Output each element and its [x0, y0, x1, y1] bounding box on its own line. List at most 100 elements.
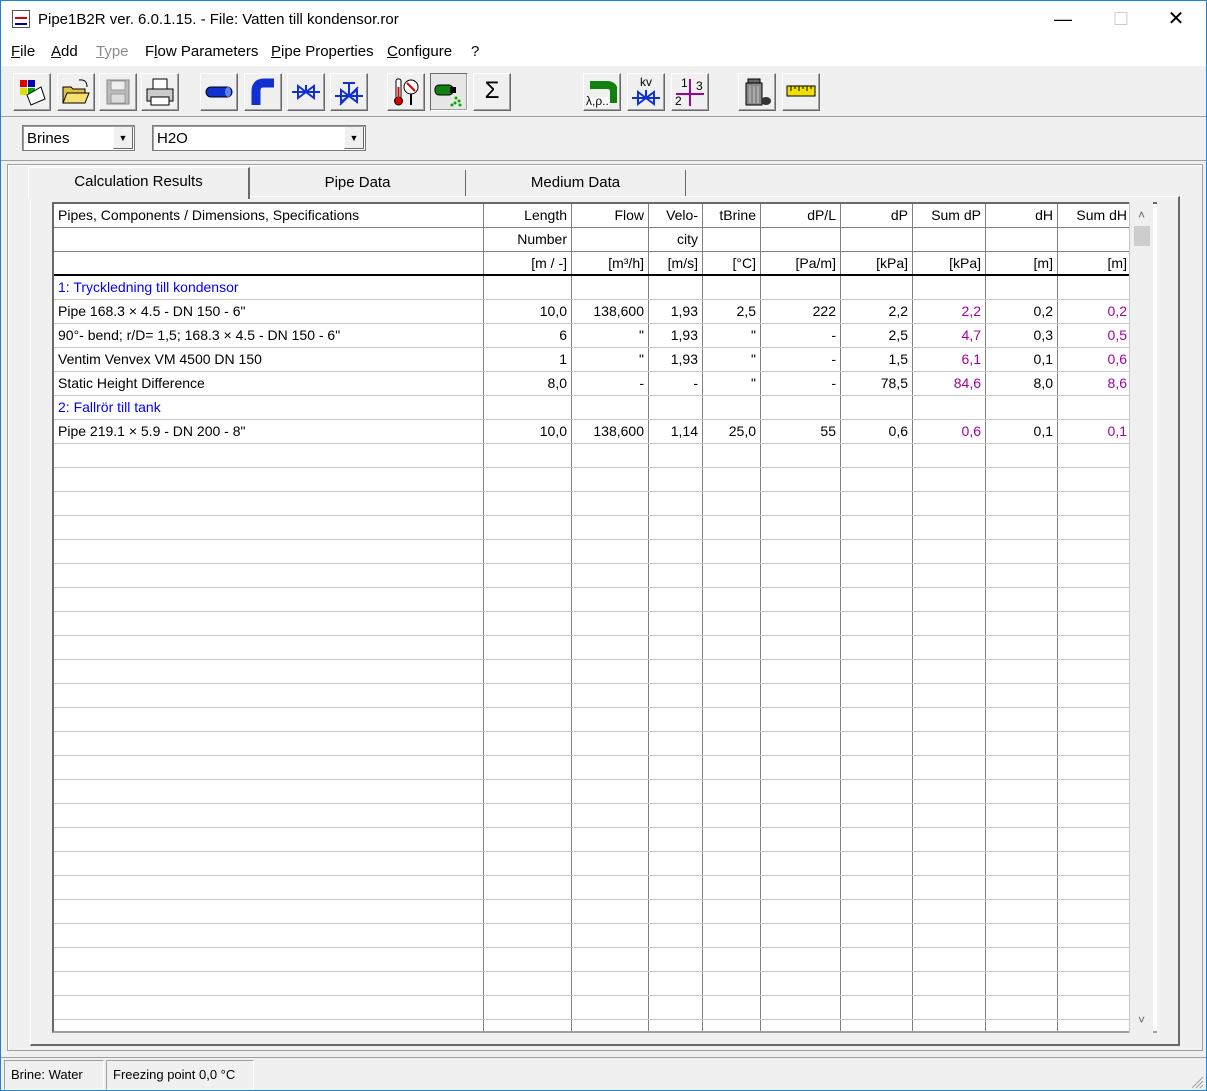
- cell-sum-dp[interactable]: 0,6: [912, 420, 985, 443]
- cell-sum-dh[interactable]: 8,6: [1057, 372, 1131, 395]
- cell-sum-dp[interactable]: 6,1: [912, 348, 985, 371]
- cell-dp[interactable]: 78,5: [840, 372, 912, 395]
- header-velocity[interactable]: [m/s]: [648, 252, 702, 275]
- cell-dp[interactable]: 0,6: [840, 420, 912, 443]
- medium-select[interactable]: H2O ▼: [152, 125, 366, 151]
- table-row[interactable]: Pipe 219.1 × 5.9 - DN 200 - 8" 10,0 138,60…: [54, 420, 1131, 444]
- cell-dpl[interactable]: 55: [760, 420, 840, 443]
- title-bar[interactable]: Pipe1B2R ver. 6.0.1.15. - File: Vatten t…: [1, 1, 1206, 39]
- header-velocity[interactable]: Velo-: [648, 204, 702, 227]
- add-bend-button[interactable]: [244, 73, 282, 111]
- empty-row[interactable]: [54, 564, 1131, 588]
- empty-row[interactable]: [54, 636, 1131, 660]
- app-icon[interactable]: [12, 10, 30, 28]
- cell-velocity[interactable]: 1,93: [648, 348, 702, 371]
- kv-button[interactable]: kv: [627, 73, 665, 111]
- menu-help[interactable]: ?: [471, 43, 479, 60]
- empty-row[interactable]: [54, 588, 1131, 612]
- cell-description[interactable]: 1: Tryckledning till kondensor: [54, 276, 483, 299]
- table-row[interactable]: Static Height Difference 8,0- - " -78,5 84,6 8…: [54, 372, 1131, 396]
- header-dh[interactable]: dH: [985, 204, 1057, 227]
- cell-sum-dp[interactable]: [912, 276, 985, 299]
- empty-row[interactable]: [54, 924, 1131, 948]
- save-button[interactable]: [99, 73, 137, 111]
- cell-length[interactable]: 10,0: [483, 300, 571, 323]
- cell-sum-dh[interactable]: 0,5: [1057, 324, 1131, 347]
- empty-row[interactable]: [54, 996, 1131, 1020]
- cell-length[interactable]: [483, 396, 571, 419]
- empty-row[interactable]: [54, 780, 1131, 804]
- cell-velocity[interactable]: [648, 276, 702, 299]
- cell-dpl[interactable]: -: [760, 372, 840, 395]
- new-button[interactable]: [13, 73, 51, 111]
- header-tbrine[interactable]: [702, 228, 760, 251]
- cell-sum-dp[interactable]: 4,7: [912, 324, 985, 347]
- cell-description[interactable]: 2: Fallrör till tank: [54, 396, 483, 419]
- menu-configure[interactable]: Configure: [387, 43, 452, 60]
- cell-description[interactable]: Ventim Venvex VM 4500 DN 150: [54, 348, 483, 371]
- add-control-valve-button[interactable]: [330, 73, 368, 111]
- header-flow[interactable]: [571, 228, 648, 251]
- cell-tbrine[interactable]: [702, 396, 760, 419]
- empty-row[interactable]: [54, 612, 1131, 636]
- header-sum-dh[interactable]: [1057, 228, 1131, 251]
- cell-flow[interactable]: 138,600: [571, 300, 648, 323]
- header-sum-dp[interactable]: [kPa]: [912, 252, 985, 275]
- header-tbrine[interactable]: [°C]: [702, 252, 760, 275]
- empty-row[interactable]: [54, 804, 1131, 828]
- empty-row[interactable]: [54, 900, 1131, 924]
- friction-button[interactable]: λ,ρ..: [583, 73, 621, 111]
- menu-type[interactable]: Type: [96, 43, 129, 60]
- cell-tbrine[interactable]: [702, 276, 760, 299]
- scroll-down-icon[interactable]: ˅: [1130, 1009, 1153, 1031]
- vertical-scrollbar[interactable]: ˄ ˅: [1129, 202, 1153, 1033]
- tab-calculation-results[interactable]: Calculation Results: [28, 167, 250, 199]
- empty-row[interactable]: [54, 468, 1131, 492]
- cell-dh[interactable]: 0,3: [985, 324, 1057, 347]
- open-button[interactable]: [57, 73, 95, 111]
- chevron-down-icon[interactable]: ▼: [113, 127, 133, 149]
- cell-description[interactable]: Static Height Difference: [54, 372, 483, 395]
- empty-row[interactable]: [54, 708, 1131, 732]
- cell-tbrine[interactable]: ": [702, 348, 760, 371]
- scroll-thumb[interactable]: [1134, 226, 1150, 246]
- cell-description[interactable]: 90°- bend; r/D= 1,5; 168.3 × 4.5 - DN 15…: [54, 324, 483, 347]
- cell-dh[interactable]: 8,0: [985, 372, 1057, 395]
- cell-dp[interactable]: 1,5: [840, 348, 912, 371]
- empty-row[interactable]: [54, 660, 1131, 684]
- empty-row[interactable]: [54, 492, 1131, 516]
- empty-row[interactable]: [54, 948, 1131, 972]
- header-length[interactable]: Number: [483, 228, 571, 251]
- header-description[interactable]: Pipes, Components / Dimensions, Specific…: [54, 204, 483, 227]
- header-description[interactable]: [54, 228, 483, 251]
- minimize-button[interactable]: —: [1040, 1, 1086, 37]
- cell-dh[interactable]: [985, 396, 1057, 419]
- cell-flow[interactable]: -: [571, 372, 648, 395]
- chevron-down-icon[interactable]: ▼: [344, 127, 364, 149]
- cell-dh[interactable]: 0,1: [985, 420, 1057, 443]
- header-tbrine[interactable]: tBrine: [702, 204, 760, 227]
- cell-tbrine[interactable]: ": [702, 372, 760, 395]
- cell-dpl[interactable]: 222: [760, 300, 840, 323]
- empty-row[interactable]: [54, 828, 1131, 852]
- cell-velocity[interactable]: 1,14: [648, 420, 702, 443]
- tab-pipe-data[interactable]: Pipe Data: [250, 170, 466, 196]
- cell-dp[interactable]: [840, 276, 912, 299]
- tab-medium-data[interactable]: Medium Data: [466, 170, 686, 196]
- add-valve-button[interactable]: [287, 73, 325, 111]
- scroll-up-icon[interactable]: ˄: [1130, 204, 1153, 226]
- table-row[interactable]: Ventim Venvex VM 4500 DN 150 1 " 1,93 " -1,5 6…: [54, 348, 1131, 372]
- header-flow[interactable]: Flow: [571, 204, 648, 227]
- header-dpl[interactable]: [Pa/m]: [760, 252, 840, 275]
- header-dh[interactable]: [m]: [985, 252, 1057, 275]
- cell-tbrine[interactable]: 2,5: [702, 300, 760, 323]
- results-table[interactable]: Pipes, Components / Dimensions, Specific…: [52, 202, 1157, 1033]
- empty-row[interactable]: [54, 876, 1131, 900]
- ruler-button[interactable]: [782, 73, 820, 111]
- cell-length[interactable]: 1: [483, 348, 571, 371]
- tee-button[interactable]: 1 3 2: [671, 73, 709, 111]
- header-dp[interactable]: [kPa]: [840, 252, 912, 275]
- delete-button[interactable]: [738, 73, 776, 111]
- header-length[interactable]: Length: [483, 204, 571, 227]
- cell-sum-dh[interactable]: [1057, 396, 1131, 419]
